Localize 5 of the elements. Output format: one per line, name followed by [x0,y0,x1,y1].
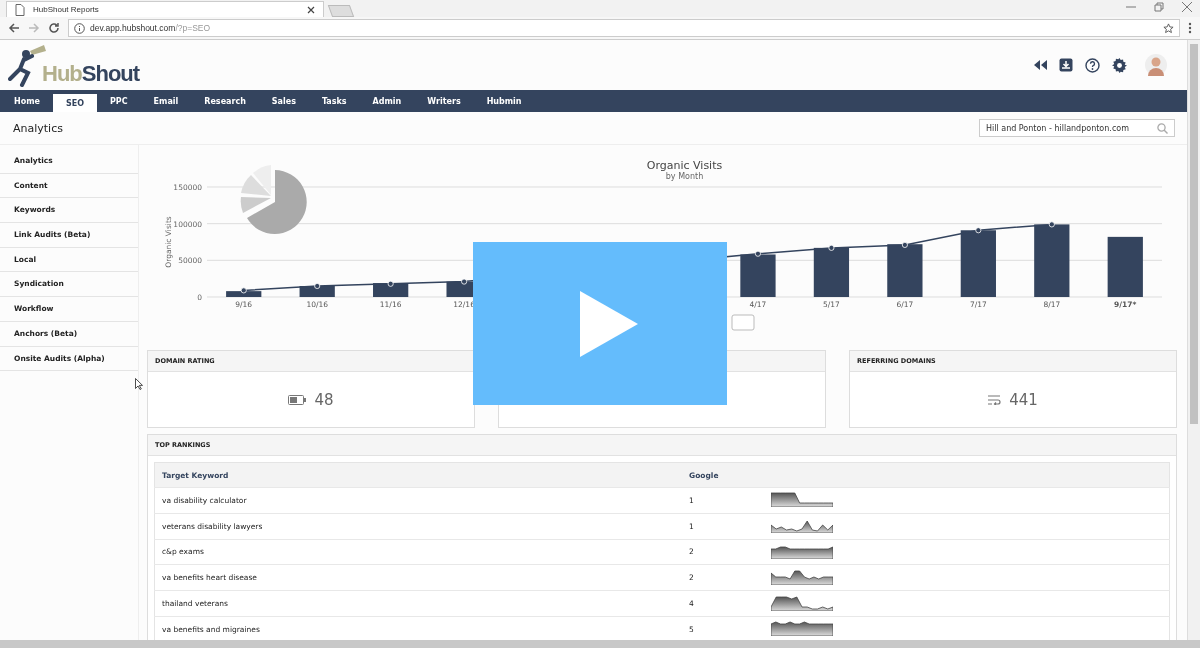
stat-value: 441 [1009,391,1038,409]
stat-value: 48 [314,391,334,409]
chart-title: Organic Visits [646,159,723,172]
page-title: Analytics [13,121,63,135]
chart-subtitle: by Month [665,172,704,181]
